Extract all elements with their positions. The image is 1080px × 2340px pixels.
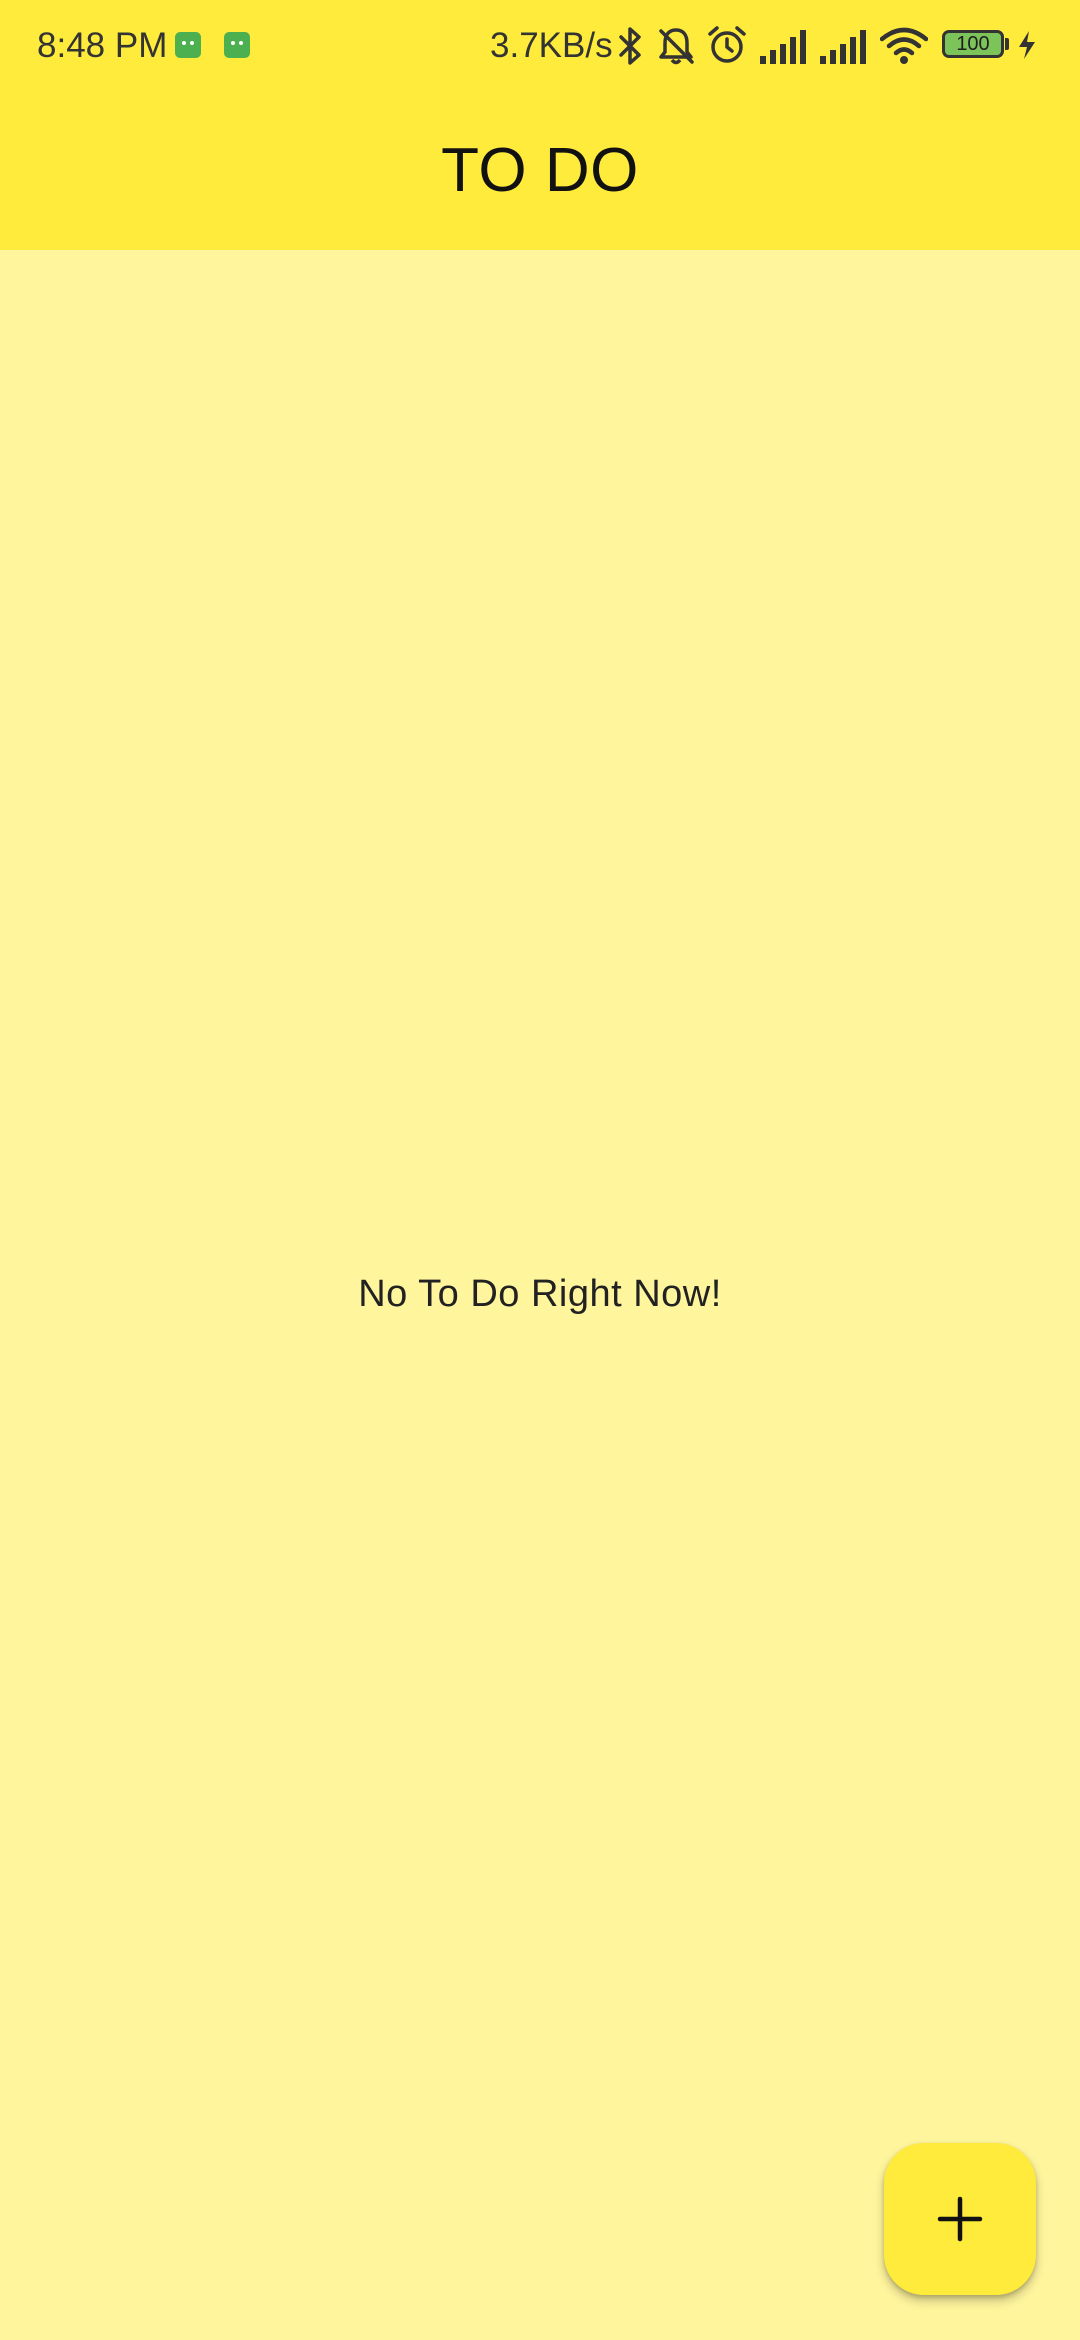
signal-icon: [760, 30, 806, 64]
alarm-icon: [708, 26, 746, 63]
bluetooth-icon: [619, 27, 641, 65]
add-todo-button[interactable]: [884, 2143, 1036, 2295]
bell-off-icon: [659, 28, 694, 65]
signal-icon: [820, 30, 866, 64]
app-bar: 8:48 PM 3.7KB/s 100 TO DO: [0, 0, 1080, 250]
app-notification-icon: [224, 32, 250, 58]
empty-state-message: No To Do Right Now!: [358, 1273, 722, 1315]
charging-icon: [1019, 31, 1035, 59]
battery-level: 100: [956, 33, 990, 55]
status-bar: 8:48 PM 3.7KB/s 100: [0, 0, 1080, 92]
wifi-icon: [880, 27, 928, 64]
battery-cap: [1005, 38, 1009, 50]
page-title: TO DO: [441, 136, 639, 205]
plus-icon: [937, 2196, 983, 2242]
network-speed: 3.7KB/s: [490, 26, 613, 65]
battery-icon: 100: [942, 30, 1004, 58]
status-time: 8:48 PM: [37, 26, 168, 65]
app-notification-icon: [175, 32, 201, 58]
